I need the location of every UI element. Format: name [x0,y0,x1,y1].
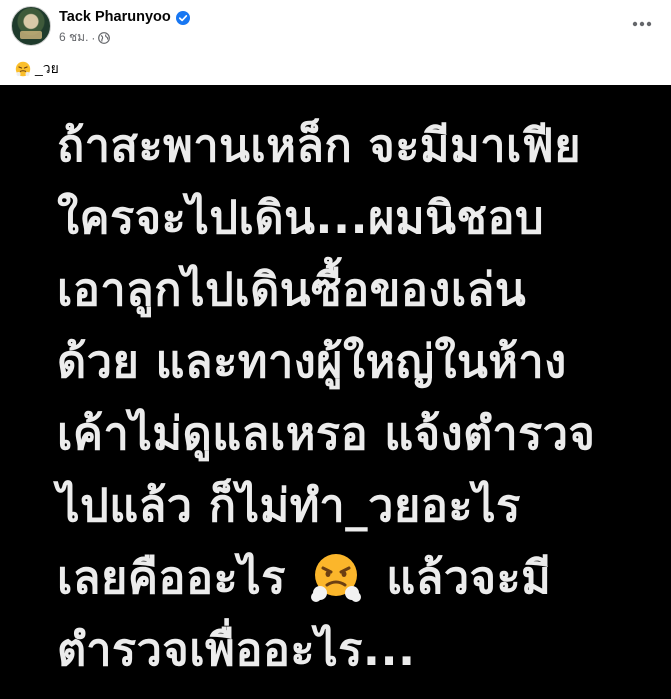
avatar-image-detail [20,31,42,39]
photo-text-line: ไปแล้ว ก็ไม่ทำ_วยอะไร [57,479,521,532]
photo-text-line: เอาลูกไปเดินซื้อของเล่น [57,263,527,316]
author-name[interactable]: Tack Pharunyoo [59,9,171,25]
verified-badge-icon [175,10,190,25]
photo-text-segment: แล้วจะมี [386,551,552,604]
globe-icon[interactable] [98,31,111,44]
facebook-post: Tack Pharunyoo 6 ชม. · _วย ถ้าสะพานเหล็ก… [0,0,671,699]
photo-text-line: ตำรวจเพื่ออะไร... [57,623,416,676]
photo-text-line: เค้าไม่ดูแลเหรอ แจ้งตำรวจ [57,407,596,460]
post-caption: _วย [15,58,59,80]
photo-text-line: ถ้าสะพานเหล็ก จะมีมาเฟีย [57,119,582,172]
post-timestamp[interactable]: 6 ชม. [59,28,88,47]
more-options-button[interactable] [626,8,658,40]
meta-separator: · [91,30,96,45]
steam-from-nose-face-emoji [15,61,31,77]
post-header: Tack Pharunyoo 6 ชม. · [0,0,671,56]
author-avatar[interactable] [11,6,51,46]
photo-text-line: ด้วย และทางผู้ใหญ่ในห้าง [57,335,567,388]
post-meta: 6 ชม. · [59,28,111,47]
steam-from-nose-face-emoji [310,551,362,603]
caption-text: _วย [35,60,59,76]
photo-text-segment: เลยคืออะไร [57,551,286,604]
more-options-icon [632,21,652,27]
author-line: Tack Pharunyoo [59,8,190,26]
post-photo[interactable]: ถ้าสะพานเหล็ก จะมีมาเฟีย ใครจะไปเดิน...ผ… [0,85,671,699]
photo-text-line: ใครจะไปเดิน...ผมนิชอบ [57,191,545,244]
photo-text-line-with-emoji: เลยคืออะไร แล้วจะมี [57,554,551,607]
